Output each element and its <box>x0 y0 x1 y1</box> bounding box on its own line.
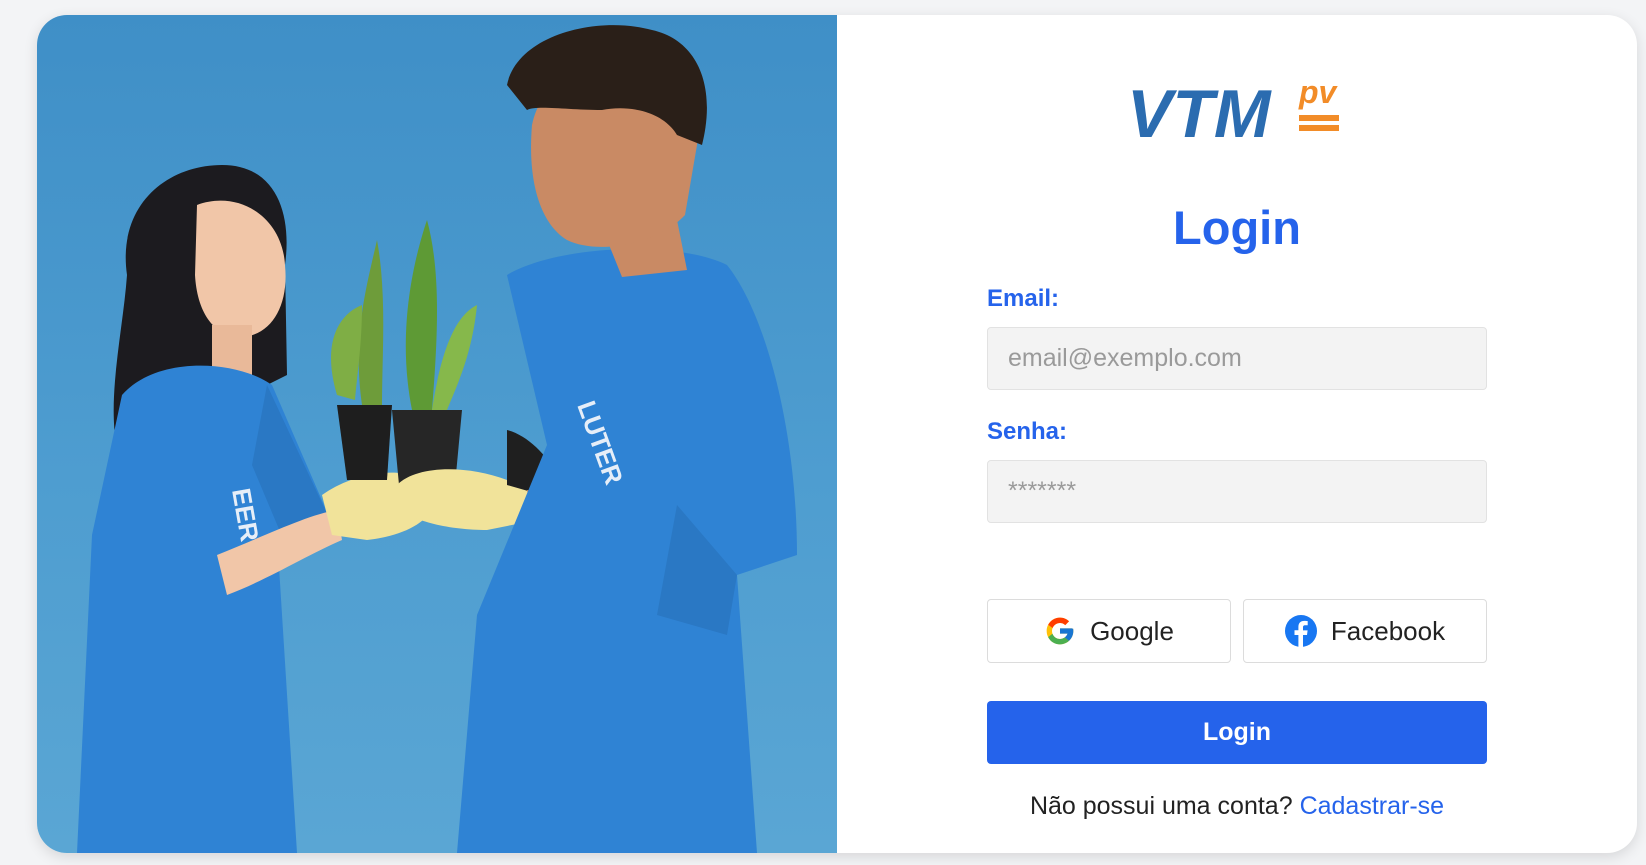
vtm-logo: VTM pv <box>1127 75 1339 152</box>
email-label: Email: <box>987 285 1060 312</box>
volunteers-illustration: LUTER EER <box>77 25 797 853</box>
email-field[interactable] <box>987 327 1487 390</box>
google-icon <box>1046 617 1074 645</box>
facebook-login-button[interactable]: Facebook <box>1243 599 1487 663</box>
login-panel: VTM pv Login Email: Senha: Google Faceb <box>837 15 1637 853</box>
facebook-icon <box>1284 615 1317 647</box>
login-button[interactable]: Login <box>987 701 1487 764</box>
login-card: LUTER EER VTM pv Login Email: Senha: Goo… <box>37 15 1637 853</box>
password-field[interactable] <box>987 460 1487 523</box>
logo-text: VTM <box>1127 76 1272 152</box>
hero-photo: LUTER EER <box>37 15 837 853</box>
password-label: Senha: <box>987 418 1068 445</box>
logo-suffix: pv <box>1298 75 1339 110</box>
google-label: Google <box>1090 615 1174 646</box>
signup-link[interactable]: Cadastrar-se <box>1300 792 1445 820</box>
signup-prompt: Não possui uma conta? <box>1029 792 1293 820</box>
google-login-button[interactable]: Google <box>987 599 1231 663</box>
facebook-label: Facebook <box>1330 615 1446 646</box>
page-title: Login <box>1173 201 1301 254</box>
signup-row: Não possui uma conta? Cadastrar-se <box>837 792 1637 821</box>
